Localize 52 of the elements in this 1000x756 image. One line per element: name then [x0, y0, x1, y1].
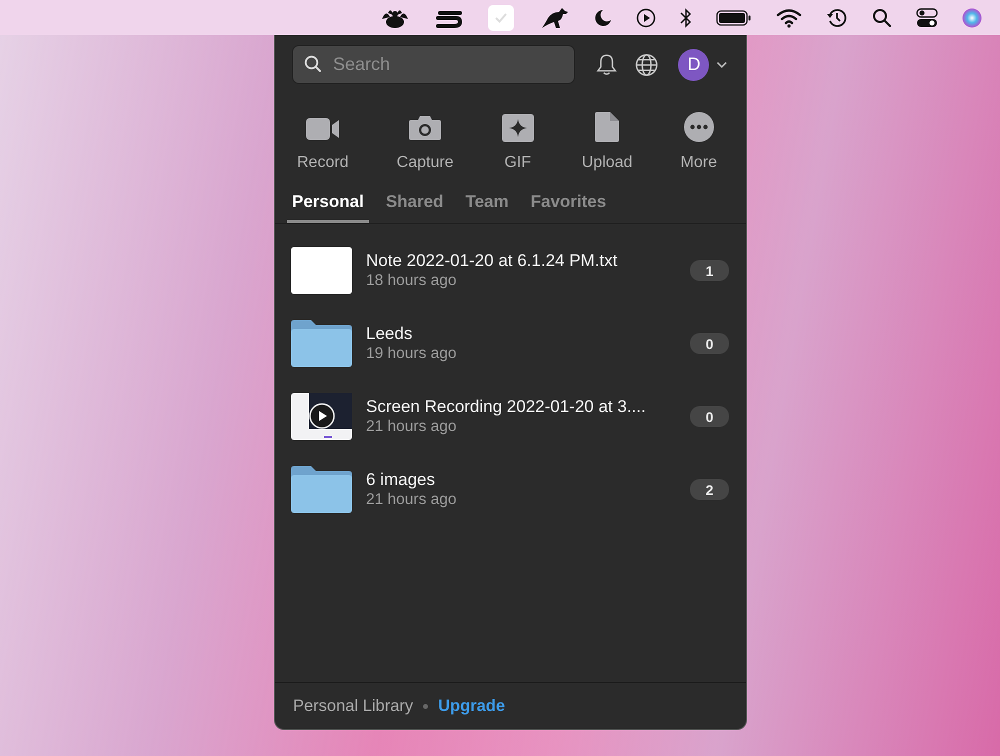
time-machine-icon[interactable]	[826, 6, 848, 28]
camera-icon	[408, 114, 442, 142]
item-time: 21 hours ago	[366, 418, 458, 436]
item-title: Leeds	[366, 324, 414, 344]
more-action-button[interactable]: More	[672, 106, 725, 178]
more-dots-icon	[684, 112, 714, 142]
count-badge: 2	[690, 479, 729, 500]
wifi-icon[interactable]	[776, 8, 802, 28]
capture-action-button[interactable]: Capture	[388, 106, 462, 178]
control-center-icon[interactable]	[916, 8, 938, 28]
count-badge: 0	[690, 333, 729, 354]
library-item[interactable]: 6 images 21 hours ago 2	[275, 453, 746, 526]
library-tab[interactable]: Shared	[380, 186, 448, 223]
separator-dot	[423, 704, 428, 708]
library-tab[interactable]: Favorites	[526, 186, 612, 223]
avatar[interactable]: D	[678, 48, 710, 80]
moon-icon[interactable]	[594, 8, 612, 26]
sparkle-icon	[502, 114, 534, 142]
count-badge: 1	[690, 260, 729, 281]
upgrade-link[interactable]: Upgrade	[438, 696, 506, 716]
record-action-button[interactable]: Record	[289, 106, 357, 178]
item-time: 19 hours ago	[366, 345, 458, 363]
globe-icon[interactable]	[635, 52, 658, 76]
search-field[interactable]: Search	[292, 45, 575, 84]
folder-icon	[291, 466, 352, 513]
library-tab[interactable]: Personal	[287, 186, 369, 223]
gif-action-button[interactable]: GIF	[494, 106, 542, 178]
note-thumbnail	[291, 247, 352, 294]
checkmark-app-icon[interactable]	[488, 4, 514, 30]
bell-icon[interactable]	[596, 52, 618, 76]
bluetooth-icon[interactable]	[680, 8, 692, 28]
item-title: 6 images	[366, 470, 436, 490]
siri-icon[interactable]	[962, 8, 982, 28]
item-title: Note 2022-01-20 at 6.1.24 PM.txt	[366, 251, 618, 271]
search-icon[interactable]	[872, 8, 892, 28]
battery-icon[interactable]	[716, 8, 752, 26]
count-badge: 0	[690, 406, 729, 427]
library-label: Personal Library	[293, 696, 414, 716]
item-title: Screen Recording 2022-01-20 at 3....	[366, 397, 647, 417]
chevron-down-icon[interactable]	[716, 60, 728, 68]
video-camera-icon	[304, 116, 341, 142]
upload-action-button[interactable]: Upload	[574, 106, 640, 178]
library-tab[interactable]: Team	[460, 186, 514, 223]
item-time: 21 hours ago	[366, 491, 458, 509]
library-item[interactable]: Leeds 19 hours ago 0	[275, 307, 746, 380]
folder-icon	[291, 320, 352, 367]
play-circle-icon[interactable]	[636, 8, 656, 28]
library-item[interactable]: Screen Recording 2022-01-20 at 3.... 21 hours ago 0	[275, 380, 746, 453]
video-thumbnail	[291, 393, 352, 440]
item-time: 18 hours ago	[366, 272, 458, 290]
document-icon	[595, 112, 620, 142]
library-item[interactable]: Note 2022-01-20 at 6.1.24 PM.txt 18 hours ago 1	[275, 234, 746, 307]
